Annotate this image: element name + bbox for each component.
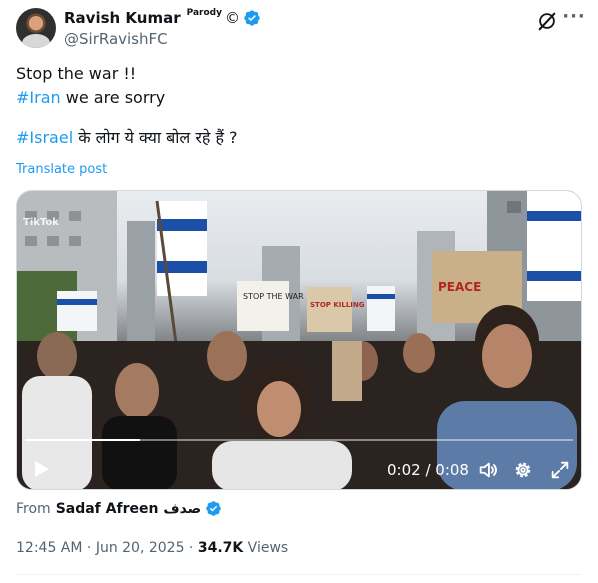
source-prefix: From <box>16 500 51 517</box>
author-handle[interactable]: @SirRavishFC <box>64 30 168 48</box>
video-time-separator: / <box>420 461 436 479</box>
author-name-row: Ravish Kumar Parody © <box>64 8 261 27</box>
hashtag-israel[interactable]: #Israel <box>16 128 73 147</box>
meta-dot-2: · <box>184 540 198 556</box>
play-icon[interactable] <box>29 457 53 481</box>
settings-icon[interactable] <box>512 459 534 481</box>
verified-badge-icon <box>244 10 260 26</box>
video-frame: STOP THE WAR PEACE STOP KILLING <box>17 191 581 489</box>
source-name[interactable]: Sadaf Afreen صدف <box>56 501 202 517</box>
sign-text-3: STOP KILLING <box>310 301 365 309</box>
post-time[interactable]: 12:45 AM <box>16 540 82 556</box>
tweet-line-1: Stop the war !! <box>16 64 137 83</box>
video-progress-bar[interactable] <box>25 439 573 441</box>
meta-dot: · <box>82 540 96 556</box>
video-current-time: 0:02 <box>387 461 421 479</box>
fullscreen-icon[interactable] <box>549 459 571 481</box>
video-source: From Sadaf Afreen صدف <box>16 500 222 517</box>
tweet-line-3-text: के लोग ये क्या बोल रहे हैं ? <box>73 128 238 147</box>
divider <box>16 574 582 575</box>
sign-text-2: PEACE <box>438 280 481 294</box>
views-label: Views <box>243 540 289 556</box>
more-icon[interactable]: ··· <box>562 8 586 32</box>
sign-text-1: STOP THE WAR <box>243 292 304 301</box>
tiktok-watermark: TikTok <box>23 217 59 228</box>
tweet-text: Stop the war !! #Iran we are sorry #Isra… <box>16 62 576 150</box>
tweet-header: Ravish Kumar Parody © @SirRavishFC ··· <box>16 6 585 50</box>
volume-icon[interactable] <box>477 459 499 481</box>
hashtag-iran[interactable]: #Iran <box>16 88 61 107</box>
video-player[interactable]: STOP THE WAR PEACE STOP KILLING TikTok 0… <box>16 190 582 490</box>
copyright-symbol: © <box>224 9 240 27</box>
grok-icon[interactable] <box>536 10 558 32</box>
verified-badge-icon <box>206 501 221 516</box>
parody-label: Parody <box>186 8 222 18</box>
translate-post-link[interactable]: Translate post <box>16 162 107 177</box>
video-duration: 0:08 <box>435 461 469 479</box>
avatar[interactable] <box>16 8 56 48</box>
post-date[interactable]: Jun 20, 2025 <box>96 540 185 556</box>
video-time: 0:02 / 0:08 <box>387 461 469 479</box>
tweet-line-3: #Israel के लोग ये क्या बोल रहे हैं ? <box>16 126 576 150</box>
tweet-line-2: #Iran we are sorry <box>16 86 576 110</box>
tweet-line-2-text: we are sorry <box>60 88 166 107</box>
tweet-meta: 12:45 AM · Jun 20, 2025 · 34.7K Views <box>16 540 288 556</box>
video-progress-fill <box>25 439 141 441</box>
views-count: 34.7K <box>197 540 244 556</box>
author-display-name[interactable]: Ravish Kumar <box>64 9 181 27</box>
